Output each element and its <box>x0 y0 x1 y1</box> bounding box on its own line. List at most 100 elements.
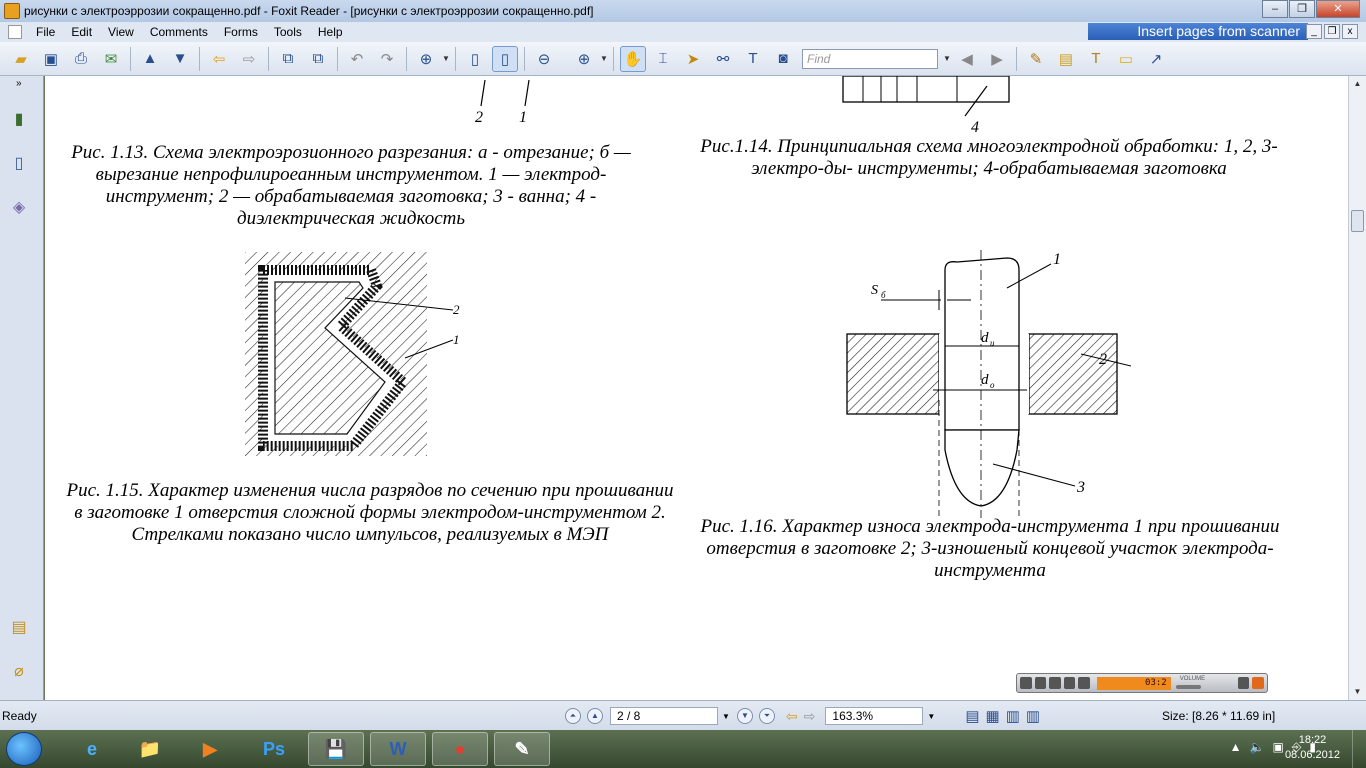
scroll-up-icon[interactable]: ▲ <box>1349 76 1366 92</box>
player-stop-icon[interactable] <box>1049 677 1061 689</box>
doc-restore-button[interactable]: ❐ <box>1324 24 1340 39</box>
next-page-icon[interactable]: ▼ <box>167 46 193 72</box>
print-icon[interactable]: ⎙ <box>68 46 94 72</box>
bookmarks-icon[interactable]: ▮ <box>6 106 32 132</box>
continuous-facing-icon[interactable]: ▥ <box>1026 707 1040 725</box>
note-icon[interactable]: ▤ <box>1053 46 1079 72</box>
fig113-label-2: 2 <box>475 109 483 126</box>
close-button[interactable]: ✕ <box>1316 0 1360 18</box>
select-arrow-icon[interactable]: ➤ <box>680 46 706 72</box>
back-view-icon[interactable]: ⇦ <box>786 708 798 725</box>
expand-pane-icon[interactable]: » <box>16 78 22 89</box>
fit-width-icon[interactable]: ▯ <box>492 45 518 72</box>
player-pause-icon[interactable] <box>1034 677 1047 689</box>
document-icon[interactable] <box>8 25 22 39</box>
network-icon[interactable]: ▣ <box>1272 740 1283 755</box>
find-previous-icon[interactable]: ◀ <box>954 46 980 72</box>
previous-page-icon[interactable]: ▲ <box>137 46 163 72</box>
forward-arrow-icon[interactable]: ⇨ <box>236 46 262 72</box>
find-dropdown-icon[interactable]: ▼ <box>942 54 952 63</box>
menu-forms[interactable]: Forms <box>216 25 266 39</box>
zoom-tool-dropdown-icon[interactable]: ▼ <box>441 54 451 63</box>
word-taskbar-icon[interactable]: W <box>370 732 426 766</box>
save-app-taskbar-icon[interactable]: 💾 <box>308 732 364 766</box>
redo-icon[interactable]: ↷ <box>374 46 400 72</box>
text-viewer-icon[interactable]: T <box>740 46 766 72</box>
zoom-in-tool-icon[interactable]: ⊕ <box>413 46 439 72</box>
fit-page-icon[interactable]: ▯ <box>462 46 488 72</box>
page-number-field[interactable]: 2 / 8 <box>610 707 718 725</box>
tray-expand-icon[interactable]: ▲ <box>1230 740 1242 755</box>
vertical-scrollbar[interactable]: ▲ ▼ <box>1348 76 1366 700</box>
fig115-label-2: 2 <box>453 302 460 317</box>
chrome-taskbar-icon[interactable]: ● <box>432 732 488 766</box>
continuous-icon[interactable]: ▦ <box>986 707 1000 725</box>
attachments-icon[interactable]: ⌀ <box>6 658 32 684</box>
photoshop-taskbar-icon[interactable]: Ps <box>246 732 302 766</box>
player-volume-slider[interactable]: VOLUME <box>1174 676 1234 690</box>
comment-icon[interactable]: ▭ <box>1113 46 1139 72</box>
fig-1-13-caption: Рис. 1.13. Схема электроэрозионного разр… <box>71 142 631 229</box>
player-close-icon[interactable] <box>1252 677 1264 689</box>
player-next-icon[interactable] <box>1078 677 1091 689</box>
doc-minimize-button[interactable]: _ <box>1306 24 1322 39</box>
fig116-label-do-sub: о <box>990 380 995 390</box>
zoom-dropdown-icon[interactable]: ▼ <box>599 54 609 63</box>
next-page-status-icon[interactable]: ▼ <box>736 708 753 724</box>
zoom-level-field[interactable]: 163.3% <box>825 707 924 725</box>
open-icon[interactable]: ▰ <box>8 46 34 72</box>
comments-panel-icon[interactable]: ▤ <box>6 614 32 640</box>
menu-file[interactable]: File <box>28 25 63 39</box>
first-page-icon[interactable]: ⏶ <box>565 708 581 724</box>
layers-icon[interactable]: ◈ <box>6 194 32 220</box>
pages-icon[interactable]: ▯ <box>6 150 32 176</box>
typewriter-icon[interactable]: T <box>1083 46 1109 72</box>
extract-pages-icon[interactable]: ⧉ <box>275 46 301 72</box>
find-binoculars-icon[interactable]: ⚯ <box>710 46 736 72</box>
menu-view[interactable]: View <box>100 25 142 39</box>
copy-pages-icon[interactable]: ⧉ <box>305 46 331 72</box>
snapshot-icon[interactable]: ◙ <box>770 46 796 72</box>
minimize-button[interactable]: ‒ <box>1262 0 1288 18</box>
email-icon[interactable]: ✉ <box>98 46 124 72</box>
taskbar-clock[interactable]: 18:22 08.06.2012 <box>1285 733 1340 763</box>
volume-icon[interactable]: 🔈 <box>1249 740 1264 755</box>
explorer-taskbar-icon[interactable]: 📁 <box>122 732 178 766</box>
pencil-note-icon[interactable]: ✎ <box>1023 46 1049 72</box>
document-page[interactable]: 2 1 Рис. 1.13. Схема электроэрозионного … <box>45 76 1348 700</box>
find-input[interactable]: Find <box>802 48 938 69</box>
last-page-icon[interactable]: ⏷ <box>758 708 775 724</box>
forward-view-icon[interactable]: ⇨ <box>804 708 816 725</box>
arrow-tool-icon[interactable]: ↗ <box>1143 46 1169 72</box>
foxit-taskbar-icon[interactable]: ✎ <box>494 732 550 766</box>
menu-help[interactable]: Help <box>310 25 351 39</box>
maximize-button[interactable]: ❐ <box>1289 0 1315 18</box>
scroll-down-icon[interactable]: ▼ <box>1349 684 1366 700</box>
ie-taskbar-icon[interactable]: e <box>64 732 120 766</box>
select-text-icon[interactable]: ⌶ <box>650 46 676 72</box>
zoom-in-icon[interactable]: ⊕ <box>571 46 597 72</box>
scroll-thumb[interactable] <box>1351 210 1364 232</box>
player-prev-icon[interactable] <box>1020 677 1032 689</box>
menu-tools[interactable]: Tools <box>266 25 310 39</box>
insert-pages-scanner-banner[interactable]: Insert pages from scanner <box>1088 23 1308 40</box>
facing-icon[interactable]: ▥ <box>1006 707 1020 725</box>
page-dropdown-icon[interactable]: ▼ <box>722 712 730 721</box>
single-page-icon[interactable]: ▤ <box>965 707 979 725</box>
doc-close-button[interactable]: x <box>1342 24 1358 39</box>
menu-edit[interactable]: Edit <box>63 25 100 39</box>
player-back-icon[interactable] <box>1063 677 1076 689</box>
back-arrow-icon[interactable]: ⇦ <box>206 46 232 72</box>
menu-comments[interactable]: Comments <box>142 25 216 39</box>
player-minimize-icon[interactable] <box>1237 677 1250 689</box>
undo-icon[interactable]: ↶ <box>344 46 370 72</box>
hand-tool-icon[interactable]: ✋ <box>620 45 646 72</box>
show-desktop-button[interactable] <box>1352 730 1366 768</box>
prev-page-status-icon[interactable]: ▲ <box>587 708 603 724</box>
start-button[interactable] <box>6 732 42 766</box>
zoom-dropdown-status-icon[interactable]: ▼ <box>927 712 935 721</box>
zoom-out-icon[interactable]: ⊖ <box>531 46 557 72</box>
save-icon[interactable]: ▣ <box>38 46 64 72</box>
media-taskbar-icon[interactable]: ▶ <box>182 732 238 766</box>
find-next-icon[interactable]: ▶ <box>984 46 1010 72</box>
